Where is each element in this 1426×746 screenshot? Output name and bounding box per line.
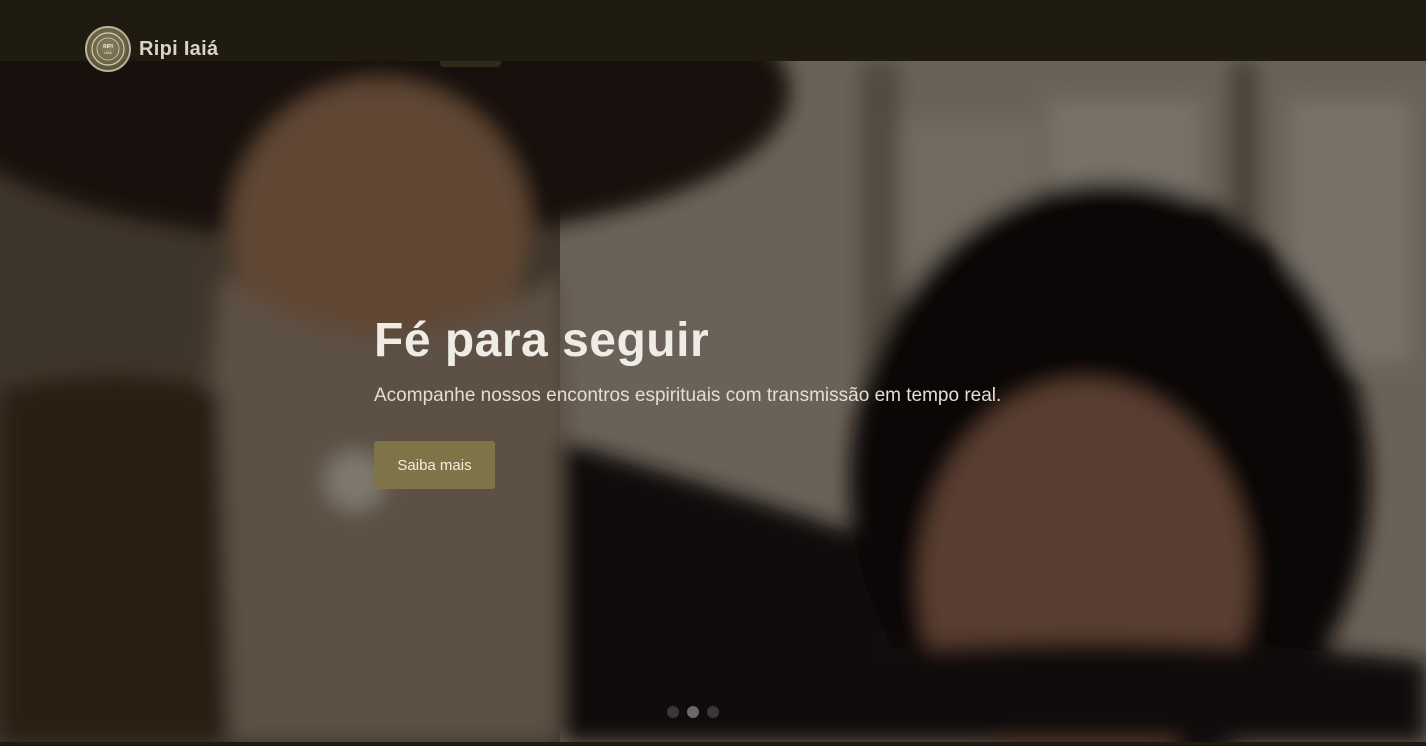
carousel-dot-3[interactable] bbox=[707, 706, 719, 718]
hero-subtitle: Acompanhe nossos encontros espirituais c… bbox=[374, 385, 1002, 406]
hero-content: Fé para seguir Acompanhe nossos encontro… bbox=[374, 311, 1134, 489]
hero-slider: Fé para seguir Acompanhe nossos encontro… bbox=[0, 61, 1426, 742]
page: Fé para seguir Acompanhe nossos encontro… bbox=[0, 0, 1426, 746]
carousel-indicators bbox=[667, 706, 719, 718]
brand[interactable]: RIPI IAIÁ Ripi Iaiá bbox=[85, 25, 218, 73]
svg-text:IAIÁ: IAIÁ bbox=[104, 50, 112, 55]
page-bottom-edge bbox=[0, 742, 1426, 746]
brand-logo: RIPI IAIÁ bbox=[85, 26, 131, 72]
brand-name: Ripi Iaiá bbox=[139, 37, 219, 60]
hero-title: Fé para seguir bbox=[374, 314, 710, 367]
carousel-dot-2[interactable] bbox=[687, 706, 699, 718]
carousel-dot-1[interactable] bbox=[667, 706, 679, 718]
seal-icon: RIPI IAIÁ bbox=[91, 32, 125, 66]
learn-more-button[interactable]: Saiba mais bbox=[374, 441, 495, 489]
